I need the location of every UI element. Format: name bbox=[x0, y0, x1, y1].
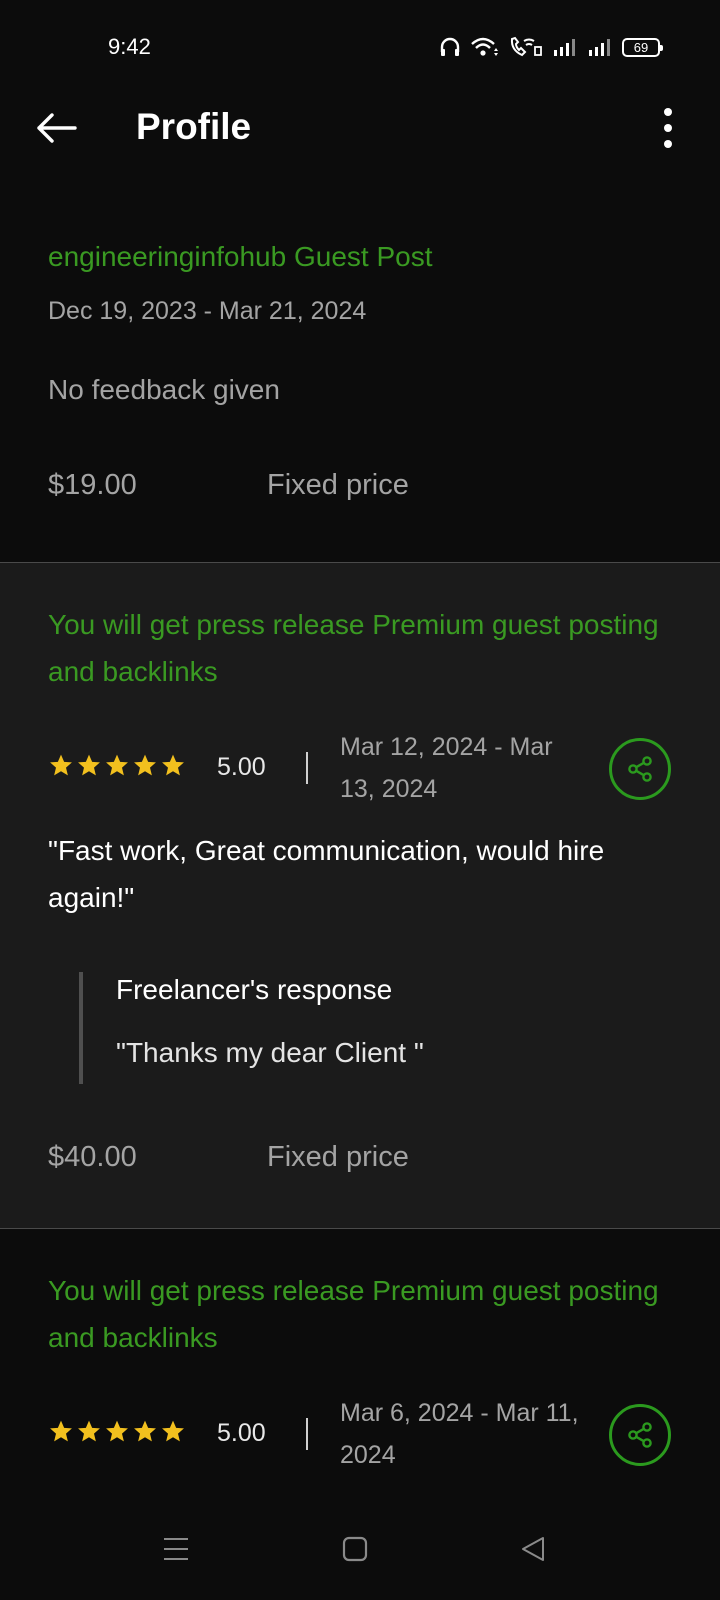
job-dates: Dec 19, 2023 - Mar 21, 2024 bbox=[48, 297, 367, 325]
share-button[interactable] bbox=[609, 1404, 671, 1466]
work-history-item: You will get press release Premium guest… bbox=[0, 1229, 720, 1499]
more-vertical-icon bbox=[664, 108, 672, 116]
rating-divider bbox=[306, 1418, 308, 1450]
star-icon bbox=[162, 754, 184, 776]
status-icons: 69 bbox=[439, 36, 663, 58]
more-options-button[interactable] bbox=[656, 104, 680, 152]
job-title-link[interactable]: You will get press release Premium guest… bbox=[48, 1267, 678, 1361]
star-rating bbox=[48, 1419, 186, 1444]
page-title: Profile bbox=[136, 106, 252, 147]
price-type: Fixed price bbox=[267, 1141, 409, 1173]
job-title-link[interactable]: You will get press release Premium guest… bbox=[48, 601, 678, 695]
star-icon bbox=[78, 1420, 100, 1442]
recent-apps-button[interactable] bbox=[154, 1527, 198, 1571]
rating-divider bbox=[306, 752, 308, 784]
star-icon bbox=[78, 754, 100, 776]
star-icon bbox=[50, 1420, 72, 1442]
price-type: Fixed price bbox=[267, 469, 409, 501]
back-button[interactable] bbox=[32, 108, 80, 148]
app-bar: Profile bbox=[0, 90, 720, 170]
job-title-link[interactable]: engineeringinfohub Guest Post bbox=[48, 233, 678, 280]
system-nav-bar bbox=[0, 1499, 720, 1600]
signal-icon bbox=[589, 39, 610, 56]
signal-icon bbox=[554, 39, 575, 56]
job-price: $40.00 bbox=[48, 1141, 137, 1173]
response-text: "Thanks my dear Client " bbox=[116, 1037, 424, 1068]
feedback-text: No feedback given bbox=[48, 374, 280, 405]
menu-icon bbox=[164, 1538, 188, 1560]
system-back-button[interactable] bbox=[511, 1527, 555, 1571]
star-icon bbox=[50, 754, 72, 776]
arrow-left-icon bbox=[37, 113, 77, 143]
work-history-item: engineeringinfohub Guest Post Dec 19, 20… bbox=[0, 170, 720, 563]
share-icon bbox=[628, 756, 652, 782]
job-dates: Mar 12, 2024 - Mar 13, 2024 bbox=[340, 733, 553, 803]
share-icon bbox=[628, 1422, 652, 1448]
volte-call-icon bbox=[510, 36, 542, 57]
rating-value: 5.00 bbox=[217, 753, 266, 781]
wifi-icon bbox=[471, 37, 498, 56]
battery-icon: 69 bbox=[622, 37, 663, 57]
headphones-icon bbox=[440, 37, 460, 56]
star-icon bbox=[162, 1420, 184, 1442]
star-icon bbox=[134, 1420, 156, 1442]
job-price: $19.00 bbox=[48, 469, 137, 501]
share-button[interactable] bbox=[609, 738, 671, 800]
rating-value: 5.00 bbox=[217, 1419, 266, 1447]
home-square-icon bbox=[342, 1536, 368, 1562]
star-rating bbox=[48, 753, 186, 778]
response-heading: Freelancer's response bbox=[116, 974, 393, 1005]
star-icon bbox=[134, 754, 156, 776]
home-button[interactable] bbox=[333, 1527, 377, 1571]
freelancer-response: Freelancer's response "Thanks my dear Cl… bbox=[79, 972, 643, 1084]
back-triangle-icon bbox=[522, 1537, 544, 1561]
status-time: 9:42 bbox=[108, 34, 151, 59]
star-icon bbox=[106, 754, 128, 776]
review-quote: "Fast work, Great communication, would h… bbox=[48, 835, 605, 913]
star-icon bbox=[106, 1420, 128, 1442]
job-dates: Mar 6, 2024 - Mar 11, 2024 bbox=[340, 1399, 579, 1469]
status-bar: 9:42 69 bbox=[0, 0, 720, 90]
work-history-item: You will get press release Premium guest… bbox=[0, 563, 720, 1229]
